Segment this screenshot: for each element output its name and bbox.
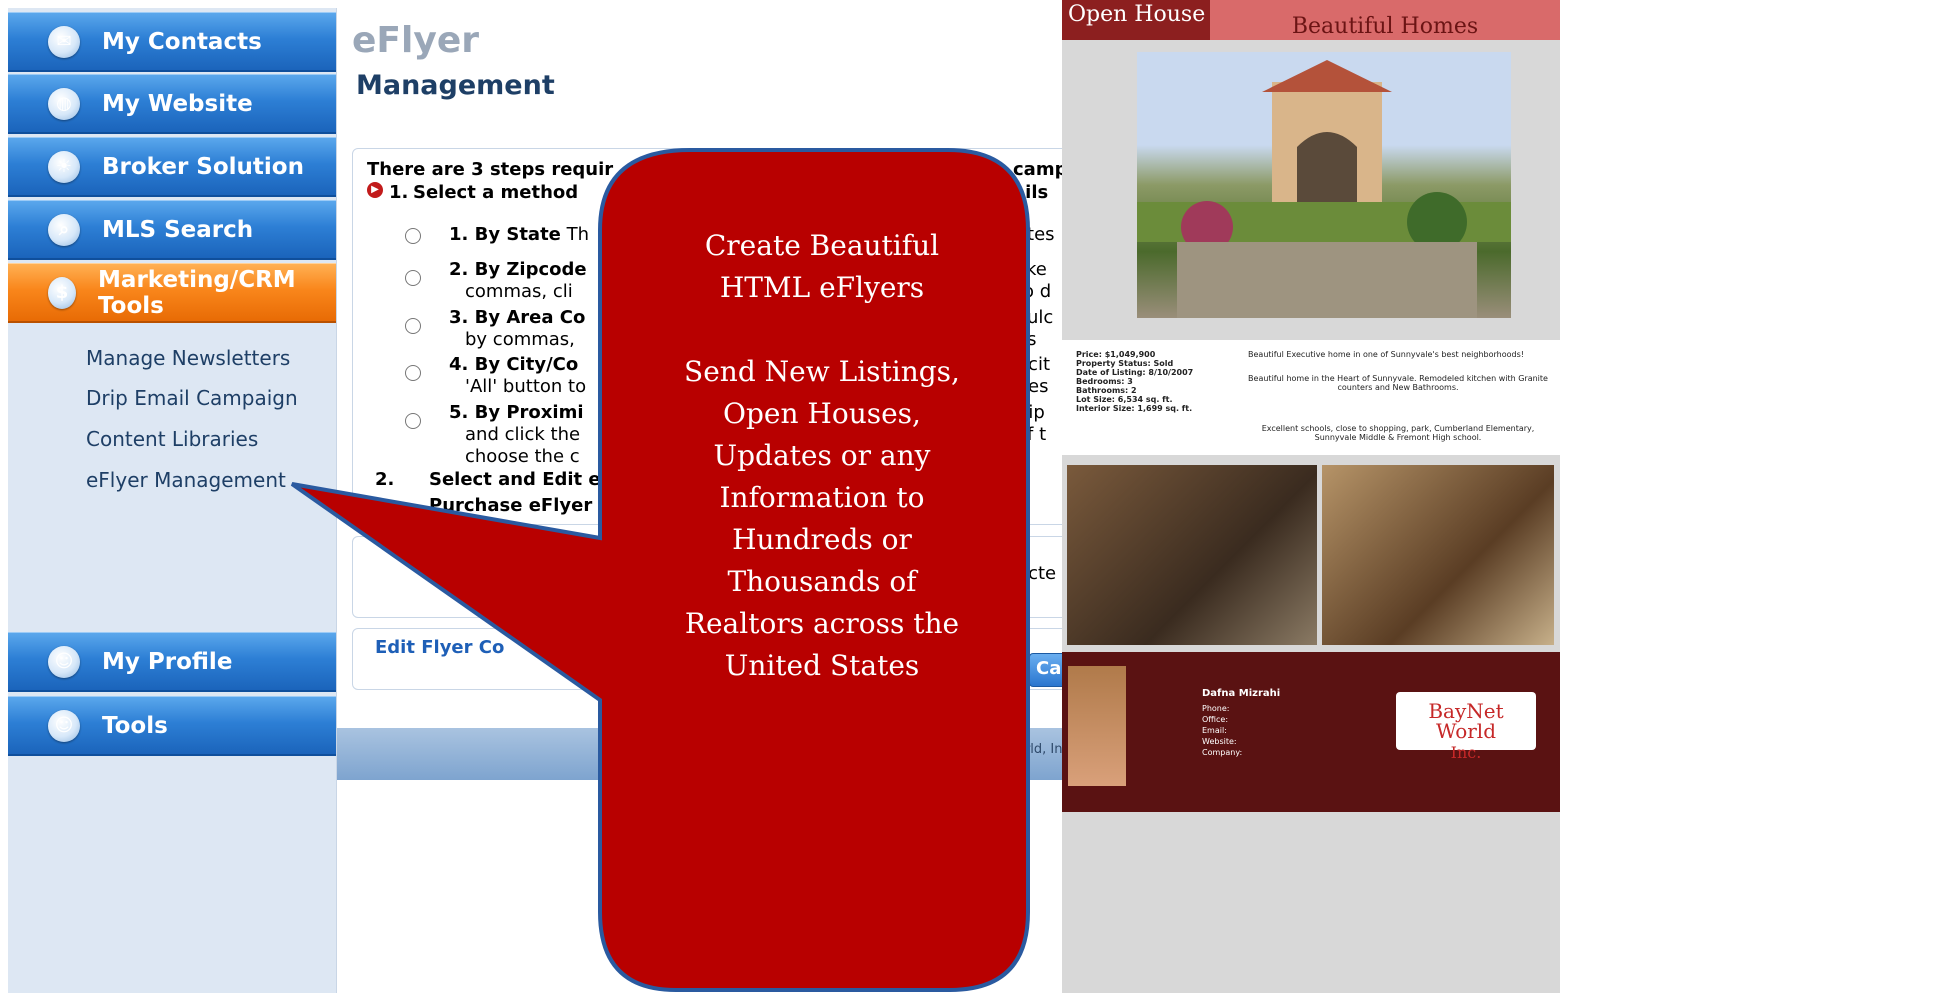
nav-label: Tools — [102, 712, 168, 739]
callout-line: Send New Listings, — [684, 355, 960, 388]
steps-intro: There are 3 steps requir — [367, 159, 614, 180]
option-by-proximity-line3: choose the c — [465, 446, 580, 467]
footer-copyright: orld, In — [1017, 742, 1063, 757]
callout-line: Open Houses, — [723, 397, 921, 430]
callout-line: HTML eFlyers — [719, 271, 925, 304]
sublink-drip-email-campaign[interactable]: Drip Email Campaign — [86, 386, 298, 410]
page-subtitle: Management — [356, 70, 555, 101]
sublink-eflyer-management[interactable]: eFlyer Management — [86, 468, 286, 492]
agent-email: Email: — [1202, 726, 1227, 735]
nav-broker-solution[interactable]: ☀ Broker Solution — [8, 137, 336, 197]
footer-bar: orld, In — [337, 728, 1067, 780]
agent-office: Office: — [1202, 715, 1229, 724]
flyer-header-tagline: Beautiful Homes — [1210, 0, 1560, 40]
arrow-right-icon: ▶ — [367, 182, 383, 198]
agent-website: Website: — [1202, 737, 1237, 746]
baynet-world-logo: BayNet World Inc. — [1396, 692, 1536, 762]
sidebar: ✉ My Contacts ◍ My Website ☀ Broker Solu… — [8, 8, 336, 993]
callout-line: Create Beautiful — [704, 229, 940, 262]
callout-text: Create Beautiful HTML eFlyers Send New L… — [612, 225, 1032, 687]
agent-photo — [1068, 666, 1126, 786]
nav-mls-search[interactable]: ⌕ MLS Search — [8, 200, 336, 260]
option-by-city-county: 4. By City/Co — [449, 354, 579, 375]
house-photo-image — [1137, 60, 1511, 318]
option-by-state: 1. By State Th — [449, 224, 590, 245]
callout-line: Updates or any — [713, 439, 931, 472]
flyer-price: Price: $1,049,900 — [1076, 350, 1156, 359]
marketing-icon: $ — [48, 276, 77, 309]
flyer-listing-date: Date of Listing: 8/10/2007 — [1076, 368, 1194, 377]
nav-my-contacts[interactable]: ✉ My Contacts — [8, 12, 336, 72]
flyer-kitchen-photo — [1067, 465, 1317, 645]
option-by-city-county-line2: 'All' button to — [465, 376, 587, 397]
flyer-header-open-house: Open House — [1062, 0, 1210, 40]
callout-line: United States — [724, 649, 920, 682]
nav-label: Broker Solution — [102, 153, 304, 180]
step2-number: 2. — [375, 469, 395, 490]
nav-label: My Website — [102, 90, 253, 117]
flyer-bathrooms: Bathrooms: 2 — [1076, 386, 1137, 395]
globe-icon: ◍ — [48, 87, 80, 120]
radio-by-proximity[interactable] — [405, 413, 421, 429]
nav-my-website[interactable]: ◍ My Website — [8, 74, 336, 134]
option-by-area-code: 3. By Area Co — [449, 307, 586, 328]
sublink-content-libraries[interactable]: Content Libraries — [86, 427, 258, 451]
agent-phone: Phone: — [1202, 704, 1230, 713]
callout-line: Thousands of — [727, 565, 917, 598]
flyer-details: Price: $1,049,900 Property Status: Sold … — [1062, 340, 1560, 455]
nav-label: My Profile — [102, 648, 233, 675]
page-title: eFlyer — [352, 20, 479, 61]
callout-line: Hundreds or — [732, 523, 912, 556]
flyer-preview: Open House Beautiful Homes Price: $1,049… — [1062, 0, 1560, 993]
flyer-bedroom-photo — [1322, 465, 1554, 645]
sublink-manage-newsletters[interactable]: Manage Newsletters — [86, 346, 290, 370]
step1-number: 1. — [389, 182, 409, 203]
option-by-proximity: 5. By Proximi — [449, 402, 584, 423]
flyer-house-photo — [1137, 52, 1511, 318]
flyer-status: Property Status: Sold — [1076, 359, 1174, 368]
radio-by-state[interactable] — [405, 228, 421, 244]
nav-tools[interactable]: ☺ Tools — [8, 696, 336, 756]
callout-line — [612, 309, 1032, 351]
flyer-agent-section: Dafna Mizrahi Phone: Office: Email: Webs… — [1062, 652, 1560, 812]
radio-by-zipcode[interactable] — [405, 270, 421, 286]
nav-my-profile[interactable]: ☺ My Profile — [8, 632, 336, 692]
flyer-description-3: Excellent schools, close to shopping, pa… — [1261, 424, 1535, 442]
flyer-description-2: Beautiful home in the Heart of Sunnyvale… — [1248, 374, 1548, 392]
option-by-zipcode: 2. By Zipcode — [449, 259, 587, 280]
option-by-zipcode-line2: commas, cli — [465, 281, 573, 302]
step1-tail: ails — [1013, 182, 1049, 203]
search-icon: ⌕ — [48, 213, 80, 246]
callout-line: Realtors across the — [684, 607, 960, 640]
option-by-area-code-line2: by commas, — [465, 329, 575, 350]
step1-text: Select a method — [413, 182, 579, 203]
agent-company: Company: — [1202, 748, 1243, 757]
edit-flyer-legend: Edit Flyer Co — [375, 637, 505, 658]
nav-label: My Contacts — [102, 28, 262, 55]
contacts-icon: ✉ — [48, 25, 80, 58]
radio-by-area-code[interactable] — [405, 318, 421, 334]
flyer-lot-size: Lot Size: 6,534 sq. ft. — [1076, 395, 1173, 404]
option-by-proximity-line2: and click the — [465, 424, 581, 445]
user-icon: ☺ — [48, 709, 80, 742]
nav-label: Marketing/CRM Tools — [98, 266, 296, 319]
nav-label: MLS Search — [102, 216, 254, 243]
radio-by-city-county[interactable] — [405, 365, 421, 381]
user-icon: ☺ — [48, 645, 80, 678]
lightbulb-icon: ☀ — [48, 150, 80, 183]
flyer-interior-size: Interior Size: 1,699 sq. ft. — [1076, 404, 1193, 413]
flyer-description-1: Beautiful Executive home in one of Sunny… — [1248, 350, 1524, 359]
callout-line: Information to — [719, 481, 925, 514]
flyer-bedrooms: Bedrooms: 3 — [1076, 377, 1133, 386]
agent-name: Dafna Mizrahi — [1202, 688, 1281, 699]
nav-marketing-crm-tools[interactable]: $ Marketing/CRM Tools — [8, 263, 336, 323]
purchase-eflyer-text: Purchase eFlyer — [429, 495, 593, 516]
step2-text: Select and Edit e — [429, 469, 601, 490]
